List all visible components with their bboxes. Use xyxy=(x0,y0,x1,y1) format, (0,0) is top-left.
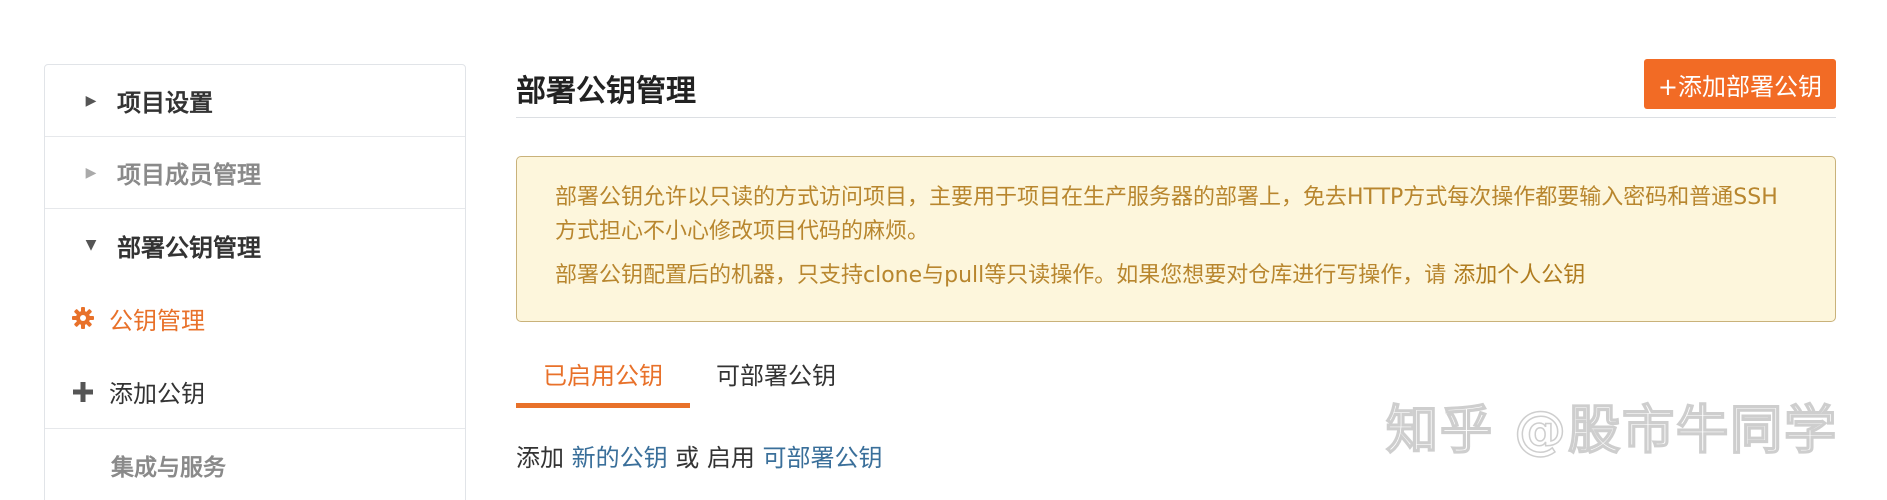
add-deploy-key-button[interactable]: +添加部署公钥 xyxy=(1643,59,1836,109)
notice-text-2-prefix: 部署公钥配置后的机器，只支持clone与pull等只读操作。如果您想要对仓库进行… xyxy=(555,263,1454,288)
add-personal-key-link[interactable]: 添加个人公钥 xyxy=(1453,263,1585,288)
sidebar-item-label: 部署公钥管理 xyxy=(117,233,261,262)
notice-text-2: 部署公钥配置后的机器，只支持clone与pull等只读操作。如果您想要对仓库进行… xyxy=(555,259,1797,293)
caret-right-icon: ▶ xyxy=(85,92,97,109)
sidebar-item-integration-services[interactable]: 集成与服务 xyxy=(45,429,465,500)
sidebar-item-project-settings[interactable]: ▶ 项目设置 xyxy=(45,65,465,137)
sidebar-item-label: 项目设置 xyxy=(117,89,213,117)
tab-enabled-keys[interactable]: 已启用公钥 xyxy=(516,352,690,408)
enable-key-line: 添加 新的公钥 或 启用 可部署公钥 xyxy=(516,438,883,473)
deployable-key-link[interactable]: 可部署公钥 xyxy=(763,444,883,472)
main-content: 部署公钥管理 +添加部署公钥 部署公钥允许以只读的方式访问项目，主要用于项目在生… xyxy=(516,56,1836,472)
enable-line-prefix: 添加 xyxy=(516,444,572,472)
sidebar-item-deploy-key-management[interactable]: ▼ 部署公钥管理 xyxy=(45,209,465,281)
sidebar: ▶ 项目设置 ▶ 项目成员管理 ▼ 部署公钥管理 公钥管理 添加公钥 集成与服务 xyxy=(44,64,466,500)
gear-icon xyxy=(71,306,95,330)
sidebar-item-member-management[interactable]: ▶ 项目成员管理 xyxy=(45,137,465,209)
enable-line-middle: 或 启用 xyxy=(667,444,763,472)
page-title: 部署公钥管理 xyxy=(516,74,696,109)
caret-down-icon: ▼ xyxy=(85,237,97,253)
title-bar: 部署公钥管理 +添加部署公钥 xyxy=(516,56,1836,118)
info-notice: 部署公钥允许以只读的方式访问项目，主要用于项目在生产服务器的部署上，免去HTTP… xyxy=(516,156,1836,322)
new-key-link[interactable]: 新的公钥 xyxy=(572,444,668,472)
tab-deployable-keys[interactable]: 可部署公钥 xyxy=(716,352,836,408)
caret-right-icon: ▶ xyxy=(85,164,97,181)
key-tabs: 已启用公钥 可部署公钥 xyxy=(516,352,1116,408)
notice-text-1: 部署公钥允许以只读的方式访问项目，主要用于项目在生产服务器的部署上，免去HTTP… xyxy=(555,185,1778,244)
sidebar-subitem-key-management[interactable]: 公钥管理 xyxy=(45,281,465,355)
sidebar-item-label: 集成与服务 xyxy=(111,455,226,481)
plus-icon xyxy=(71,381,95,403)
sidebar-subitem-add-key[interactable]: 添加公钥 xyxy=(45,355,465,429)
sidebar-subitem-label: 公钥管理 xyxy=(109,306,205,335)
sidebar-item-label: 项目成员管理 xyxy=(117,161,261,189)
watermark: 知乎 @股市牛同学 xyxy=(1385,400,1839,462)
sidebar-subitem-label: 添加公钥 xyxy=(109,380,205,408)
